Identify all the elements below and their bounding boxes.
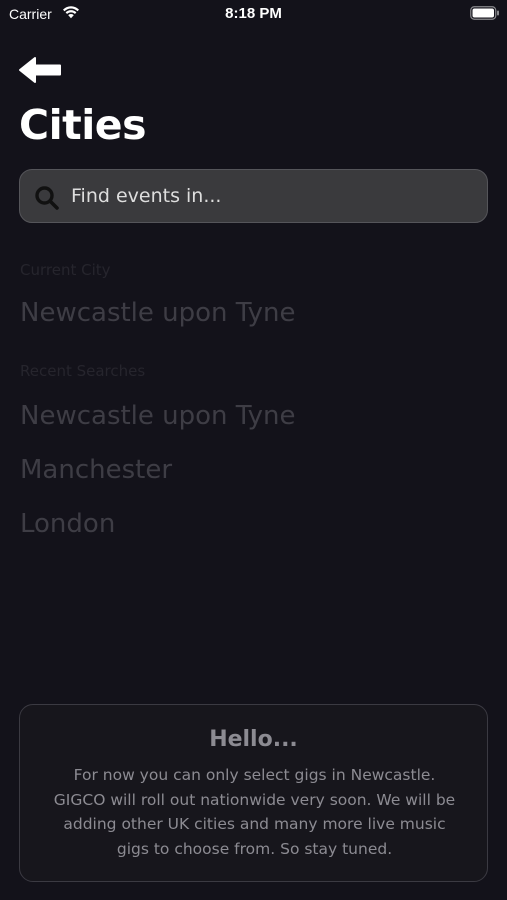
info-message: For now you can only select gigs in Newc… xyxy=(53,766,456,858)
recent-city-item[interactable]: London xyxy=(20,509,115,539)
recent-city-item[interactable]: Manchester xyxy=(20,455,172,485)
search-icon xyxy=(35,186,59,210)
battery-icon xyxy=(470,6,499,20)
status-bar: Carrier 8:18 PM xyxy=(0,0,507,30)
search-input[interactable] xyxy=(71,170,471,222)
info-card: Hello... For now you can only select gig… xyxy=(19,704,488,882)
page-title: Cities xyxy=(19,101,147,149)
recent-searches-label: Recent Searches xyxy=(20,362,146,380)
current-city-label: Current City xyxy=(20,261,111,279)
back-button[interactable] xyxy=(18,55,64,85)
info-heading: Hello... xyxy=(209,727,298,752)
arrow-left-icon xyxy=(19,57,61,83)
search-bar[interactable] xyxy=(19,169,488,223)
recent-city-item[interactable]: Newcastle upon Tyne xyxy=(20,401,296,431)
current-city-item[interactable]: Newcastle upon Tyne xyxy=(20,298,296,328)
status-time: 8:18 PM xyxy=(225,5,282,22)
